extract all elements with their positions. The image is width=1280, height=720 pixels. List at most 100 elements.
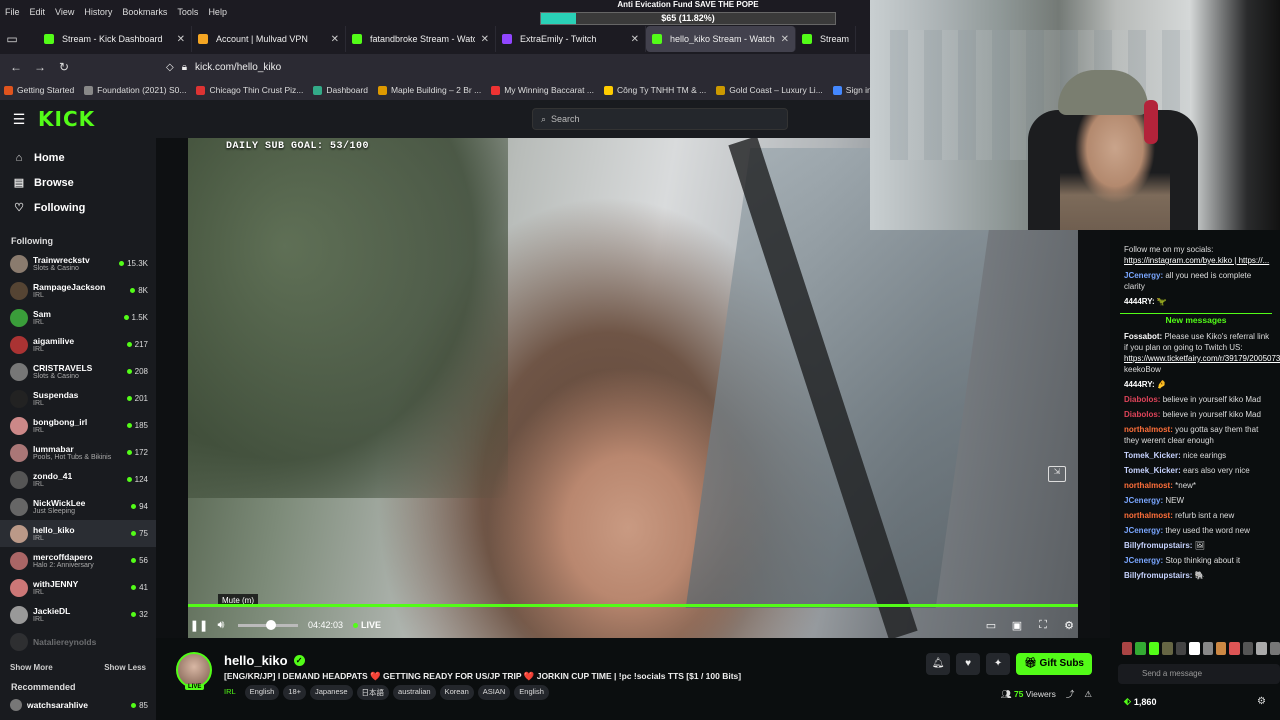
- tab-close-icon[interactable]: ✕: [177, 34, 185, 45]
- live-indicator[interactable]: LIVE: [353, 620, 381, 630]
- tab-close-icon[interactable]: ✕: [781, 34, 789, 45]
- stream-tag[interactable]: English: [244, 685, 280, 700]
- following-channel[interactable]: Suspendas IRL 201: [0, 385, 156, 412]
- menu-bookmarks[interactable]: Bookmarks: [117, 7, 172, 17]
- chat-username[interactable]: northalmost:: [1124, 425, 1173, 434]
- following-channel[interactable]: RampageJackson IRL 8K: [0, 277, 156, 304]
- stream-tag[interactable]: Japanese: [310, 685, 353, 700]
- clip-icon[interactable]: ▭: [982, 619, 1000, 632]
- chat-username[interactable]: Diabolos:: [1124, 410, 1160, 419]
- following-channel[interactable]: Sam IRL 1.5K: [0, 304, 156, 331]
- volume-icon[interactable]: 🔊︎: [210, 619, 232, 632]
- bookmark-item[interactable]: Dashboard: [313, 85, 368, 95]
- stream-tag[interactable]: 日本語: [356, 685, 390, 700]
- tab-0[interactable]: Stream - Kick Dashboard ✕: [38, 26, 192, 52]
- tab-close-icon[interactable]: ✕: [481, 34, 489, 45]
- bookmark-item[interactable]: Chicago Thin Crust Piz...: [196, 85, 303, 95]
- emote-icon[interactable]: [1175, 642, 1187, 655]
- following-channel[interactable]: aigamilive IRL 217: [0, 331, 156, 358]
- following-channel[interactable]: Nataliereynolds: [0, 628, 156, 655]
- kick-logo[interactable]: KICK: [38, 107, 95, 131]
- emote-icon[interactable]: [1256, 642, 1267, 655]
- emote-icon[interactable]: [1135, 642, 1146, 655]
- chat-username[interactable]: JCenergy:: [1124, 271, 1163, 280]
- emote-icon[interactable]: [1162, 642, 1173, 655]
- following-channel[interactable]: Trainwreckstv Slots & Casino 15.3K: [0, 250, 156, 277]
- streamer-name[interactable]: hello_kiko: [224, 653, 288, 668]
- following-channel[interactable]: bongbong_irl IRL 185: [0, 412, 156, 439]
- stream-tag[interactable]: Korean: [439, 685, 474, 700]
- chat-username[interactable]: northalmost:: [1124, 511, 1173, 520]
- notifications-bell-icon[interactable]: 🔔︎: [926, 653, 951, 675]
- menu-view[interactable]: View: [50, 7, 79, 17]
- kicks-balance[interactable]: ⬖ 1,860: [1124, 696, 1156, 707]
- share-icon[interactable]: ⤴: [1066, 688, 1075, 700]
- new-messages-divider[interactable]: New messages: [1120, 313, 1272, 325]
- show-less-button[interactable]: Show Less: [104, 663, 146, 672]
- chat-username[interactable]: 4444RY:: [1124, 380, 1155, 389]
- menu-edit[interactable]: Edit: [25, 7, 51, 17]
- streamer-avatar[interactable]: [176, 652, 212, 688]
- emote-icon[interactable]: [1229, 642, 1240, 655]
- volume-slider[interactable]: [238, 619, 298, 630]
- chat-username[interactable]: Fossabot:: [1124, 332, 1162, 341]
- stream-tag[interactable]: ASIAN: [477, 685, 511, 700]
- menu-file[interactable]: File: [0, 7, 25, 17]
- nav-browse[interactable]: ▤ Browse: [0, 170, 156, 195]
- following-channel[interactable]: withJENNY IRL 41: [0, 574, 156, 601]
- emote-icon[interactable]: [1269, 642, 1280, 655]
- following-channel[interactable]: CRISTRAVELS Slots & Casino 208: [0, 358, 156, 385]
- forward-icon[interactable]: →: [28, 60, 52, 74]
- stream-tag[interactable]: australian: [393, 685, 436, 700]
- emote-icon[interactable]: [1189, 642, 1200, 655]
- tab-1[interactable]: Account | Mullvad VPN ✕: [192, 26, 346, 52]
- tab-3[interactable]: ExtraEmily - Twitch ✕: [496, 26, 646, 52]
- stream-tag[interactable]: 18+: [283, 685, 307, 700]
- chat-link[interactable]: https://www.ticketfairy.com/r/39179/2005…: [1124, 354, 1280, 363]
- recommended-channel[interactable]: watchsarahlive 85: [0, 696, 156, 714]
- theater-mode-icon[interactable]: ▣: [1008, 619, 1026, 632]
- volume-knob[interactable]: [266, 619, 276, 630]
- menu-help[interactable]: Help: [203, 7, 232, 17]
- chat-link[interactable]: https://instagram.com/bye.kiko | https:/…: [1124, 256, 1269, 265]
- settings-gear-icon[interactable]: ⚙: [1060, 619, 1078, 632]
- tab-close-icon[interactable]: ✕: [331, 34, 339, 45]
- tab-5[interactable]: Stream - Kic: [796, 26, 856, 52]
- follow-heart-icon[interactable]: ♥: [956, 653, 981, 675]
- chat-username[interactable]: northalmost:: [1124, 481, 1173, 490]
- show-more-button[interactable]: Show More: [10, 663, 53, 672]
- bookmark-item[interactable]: Getting Started: [4, 85, 74, 95]
- reload-icon[interactable]: ↻: [52, 60, 76, 74]
- nav-home[interactable]: ⌂ Home: [0, 145, 156, 170]
- chat-username[interactable]: JCenergy:: [1124, 556, 1163, 565]
- chat-username[interactable]: Tomek_Kicker:: [1124, 466, 1181, 475]
- chat-username[interactable]: Billyfromupstairs:: [1124, 541, 1192, 550]
- url-bar[interactable]: ◇ 🔒︎ kick.com/hello_kiko: [166, 62, 281, 73]
- bookmark-item[interactable]: Gold Coast – Luxury Li...: [716, 85, 823, 95]
- tab-close-icon[interactable]: ✕: [631, 34, 639, 45]
- menu-icon[interactable]: ☰: [0, 111, 38, 128]
- category-link[interactable]: IRL: [224, 685, 241, 700]
- bookmark-item[interactable]: My Winning Baccarat ...: [491, 85, 594, 95]
- menu-history[interactable]: History: [79, 7, 117, 17]
- chat-settings-icon[interactable]: ⚙: [1257, 696, 1266, 707]
- tab-4[interactable]: hello_kiko Stream - Watch ✕: [646, 26, 796, 52]
- chat-input[interactable]: Send a message: [1118, 664, 1280, 684]
- bookmark-item[interactable]: Foundation (2021) S0...: [84, 85, 186, 95]
- chat-username[interactable]: JCenergy:: [1124, 496, 1163, 505]
- emote-icon[interactable]: [1242, 642, 1254, 655]
- picture-in-picture-icon[interactable]: ⇲: [1048, 466, 1066, 482]
- report-icon[interactable]: ⚠: [1084, 689, 1092, 700]
- nav-following[interactable]: ♡ Following: [0, 195, 156, 220]
- chat-username[interactable]: Diabolos:: [1124, 395, 1160, 404]
- pause-icon[interactable]: ❚❚: [188, 619, 210, 632]
- emote-icon[interactable]: [1202, 642, 1213, 655]
- emote-icon[interactable]: [1148, 642, 1160, 655]
- following-channel[interactable]: NickWickLee Just Sleeping 94: [0, 493, 156, 520]
- chat-username[interactable]: Billyfromupstairs:: [1124, 571, 1192, 580]
- bookmark-item[interactable]: Sign in - Dream: [832, 85, 870, 95]
- back-icon[interactable]: ←: [4, 60, 28, 74]
- video-progress-bar[interactable]: [188, 604, 1078, 607]
- menu-tools[interactable]: Tools: [172, 7, 203, 17]
- bookmark-item[interactable]: Công Ty TNHH TM & ...: [603, 85, 706, 95]
